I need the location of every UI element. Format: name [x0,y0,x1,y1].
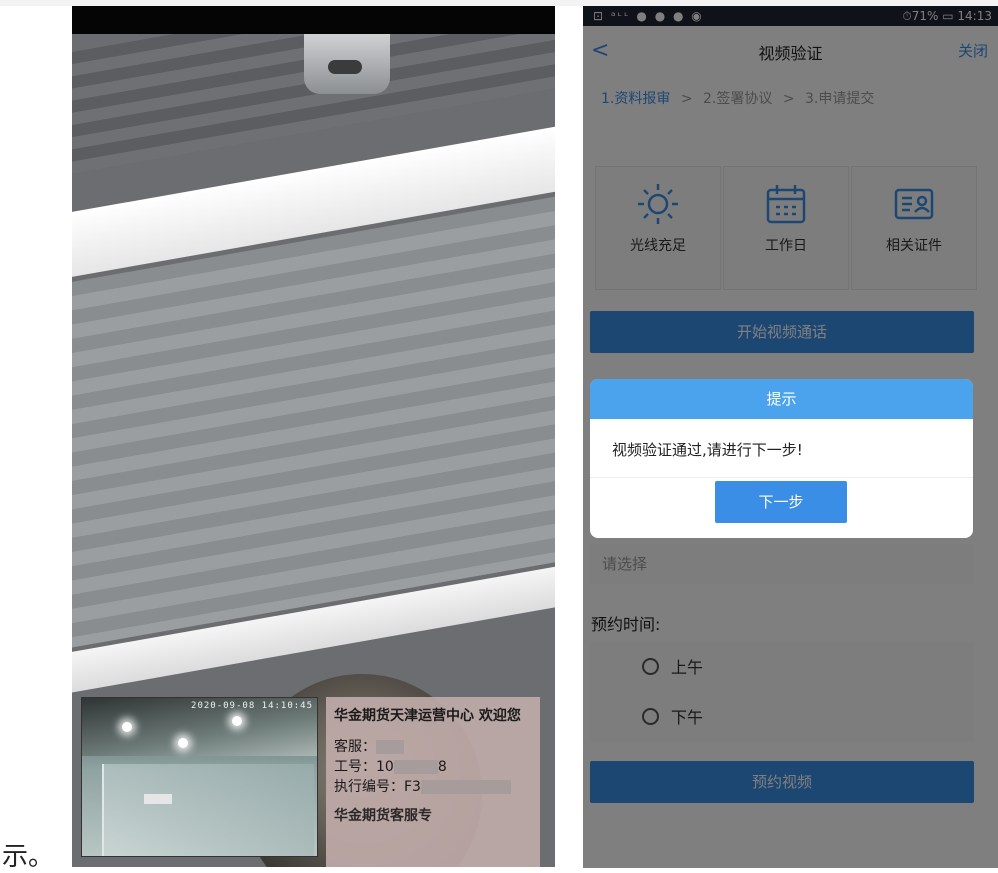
staff-label: 客服： [334,739,376,755]
id-suffix: 8 [437,759,447,775]
exec-label: 执行编号：F3 [334,779,421,795]
dialog-message: 视频验证通过,请进行下一步! [612,441,803,459]
exec-row: 执行编号：F3 [334,777,532,797]
next-step-button[interactable]: 下一步 [715,481,847,523]
video-top-bar [72,6,555,34]
blind-clip [304,34,390,94]
bottom-text: 华金期货客服专 [334,808,432,824]
prompt-dialog: 提示 视频验证通过,请进行下一步! 下一步 [590,379,973,538]
id-row: 工号：10 8 [334,757,532,777]
id-label: 工号：10 [334,759,394,775]
dialog-title: 提示 [590,379,973,419]
pip-video: 2020-09-08 14:10:45 [81,697,318,857]
agent-info-panel: 华金期货天津运营中心 欢迎您 客服： 工号：10 8 执行编号：F3 华金期货客服… [326,697,540,867]
document-text: 示。 [2,842,55,872]
phone-screen: ⊡ ᵃᶫᶫ ● ● ● ◉ ⏱71% ▭ 14:13 < 视频验证 关闭 1.资… [583,6,998,868]
welcome-text: 华金期货天津运营中心 欢迎您 [334,708,521,724]
pip-timestamp: 2020-09-08 14:10:45 [191,701,313,711]
staff-row: 客服： [334,737,532,757]
video-feed: 2020-09-08 14:10:45 华金期货天津运营中心 欢迎您 客服： 工… [72,6,555,867]
